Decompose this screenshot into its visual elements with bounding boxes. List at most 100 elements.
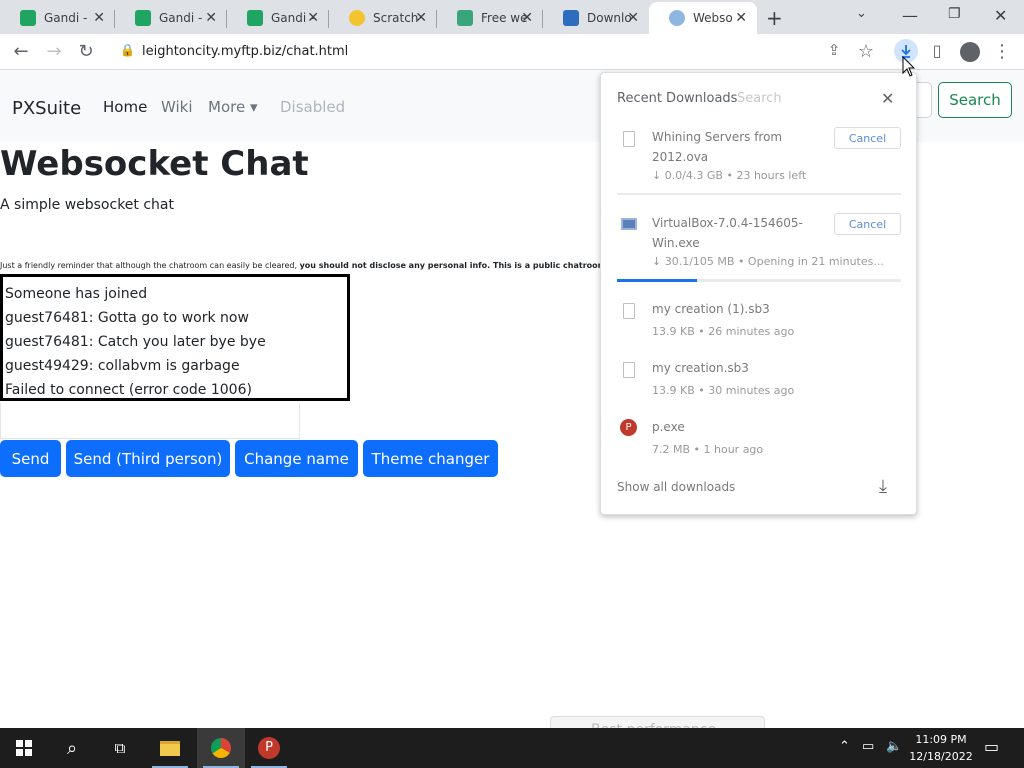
network-icon[interactable]: ▭ <box>862 739 874 754</box>
chrome-logo-icon <box>211 738 231 758</box>
tab-websocket[interactable]: Webso ✕ <box>649 2 757 34</box>
taskbar-clock[interactable]: 11:09 PM 12/18/2022 <box>906 731 976 765</box>
nav-home[interactable]: Home <box>103 98 147 116</box>
nav-wiki[interactable]: Wiki <box>161 98 193 116</box>
file-explorer-icon[interactable] <box>146 728 194 768</box>
download-name: my creation.sb3 <box>652 361 749 375</box>
tab-download[interactable]: Downlo ✕ <box>543 2 649 34</box>
globe-favicon-icon <box>669 10 685 26</box>
downloads-header: Recent Downloads <box>617 91 738 106</box>
file-icon <box>623 131 635 147</box>
file-icon <box>623 362 635 378</box>
profile-avatar-icon[interactable] <box>960 42 980 62</box>
tab-gandi-3[interactable]: Gandi - ✕ <box>227 2 329 34</box>
reload-icon[interactable]: ↻ <box>75 41 97 62</box>
gandi-favicon-icon <box>247 10 263 26</box>
task-view-icon[interactable]: ⧉ <box>96 728 144 768</box>
bookmark-star-icon[interactable]: ☆ <box>855 41 877 62</box>
chrome-icon[interactable] <box>197 728 245 768</box>
browser-toolbar: ← → ↻ 🔒 leightoncity.myftp.biz/chat.html… <box>0 34 1024 70</box>
windows-taskbar: ⌕ ⧉ P ⌃ ▭ 🔈 11:09 PM 12/18/2022 ▭ <box>0 728 1024 768</box>
download-status: ↓ 0.0/4.3 GB • 23 hours left <box>652 169 807 182</box>
search-button[interactable]: Search <box>938 82 1012 118</box>
tab-scratch[interactable]: Scratch ✕ <box>329 2 437 34</box>
windows-start-icon[interactable] <box>0 728 48 768</box>
tab-gandi-1[interactable]: Gandi - ✕ <box>0 2 115 34</box>
forward-icon[interactable]: → <box>43 41 65 62</box>
close-popup-icon[interactable]: ✕ <box>881 89 894 108</box>
show-all-downloads-link[interactable]: Show all downloads <box>617 480 735 494</box>
download-progress-fill <box>617 279 697 282</box>
restore-icon[interactable]: ❐ <box>948 6 961 22</box>
close-tab-icon[interactable]: ✕ <box>205 10 217 26</box>
gandi-favicon-icon <box>20 10 36 26</box>
file-icon <box>623 303 635 319</box>
site-favicon-icon <box>457 10 473 26</box>
share-icon[interactable]: ⇪ <box>823 41 845 59</box>
tab-title: Webso <box>693 11 733 25</box>
site-favicon-icon <box>563 10 579 26</box>
download-name: p.exe <box>652 420 685 434</box>
windows-logo-icon <box>16 740 32 756</box>
back-icon[interactable]: ← <box>10 41 32 62</box>
chat-log: Someone has joined guest76481: Gotta go … <box>0 274 350 401</box>
cancel-button[interactable]: Cancel <box>834 127 901 149</box>
tab-free[interactable]: Free we ✕ <box>437 2 543 34</box>
downloads-popup: Recent Downloads Search ✕ Whining Server… <box>600 72 917 515</box>
p-logo-icon: P <box>258 737 280 759</box>
folder-icon <box>160 740 180 756</box>
page-title: Websocket Chat <box>0 144 309 184</box>
nav-disabled: Disabled <box>280 98 346 116</box>
tab-gandi-2[interactable]: Gandi - ✕ <box>115 2 227 34</box>
minimize-icon[interactable]: — <box>902 6 918 25</box>
send-third-person-button[interactable]: Send (Third person) <box>66 440 230 477</box>
message-input[interactable] <box>0 403 300 439</box>
download-progress-bar <box>617 279 901 282</box>
caret-down-icon: ▾ <box>249 98 258 116</box>
new-tab-icon[interactable]: + <box>766 6 783 30</box>
send-button[interactable]: Send <box>0 440 61 477</box>
notifications-icon[interactable]: ▭ <box>984 737 999 756</box>
scratch-favicon-icon <box>349 10 365 26</box>
p-app-icon: P <box>620 419 637 436</box>
side-panel-icon[interactable]: ▯ <box>926 41 948 60</box>
clock-date: 12/18/2022 <box>909 750 973 763</box>
close-window-icon[interactable]: ✕ <box>994 6 1007 25</box>
nav-more-label: More <box>208 98 246 116</box>
close-tab-icon[interactable]: ✕ <box>415 10 427 26</box>
close-tab-icon[interactable]: ✕ <box>735 10 747 26</box>
url-text[interactable]: leightoncity.myftp.biz/chat.html <box>142 44 348 59</box>
nav-more-dropdown[interactable]: More ▾ <box>208 98 258 116</box>
download-status: 13.9 KB • 26 minutes ago <box>652 325 795 338</box>
volume-muted-icon[interactable]: 🔈 <box>886 739 902 754</box>
chat-message: Someone has joined <box>5 286 148 302</box>
lock-icon[interactable]: 🔒 <box>120 43 135 57</box>
download-name: my creation (1).sb3 <box>652 302 770 316</box>
download-name: VirtualBox-7.0.4-154605-Win.exe <box>652 216 803 250</box>
p-app-taskbar-icon[interactable]: P <box>245 728 293 768</box>
tab-search-icon[interactable]: ⌄ <box>856 6 867 21</box>
brand-logo[interactable]: PXSuite <box>12 98 81 119</box>
tray-chevron-icon[interactable]: ⌃ <box>839 739 850 754</box>
download-status: ↓ 30.1/105 MB • Opening in 21 minutes... <box>652 255 884 268</box>
download-name: Whining Servers from 2012.ova <box>652 130 783 164</box>
clock-time: 11:09 PM <box>915 733 967 746</box>
menu-kebab-icon[interactable]: ⋮ <box>991 41 1013 62</box>
download-tray-icon[interactable]: ⤓ <box>879 476 887 497</box>
close-tab-icon[interactable]: ✕ <box>627 10 639 26</box>
page-subtitle: A simple websocket chat <box>0 197 174 213</box>
chat-message: guest76481: Gotta go to work now <box>5 310 249 326</box>
close-tab-icon[interactable]: ✕ <box>93 10 105 26</box>
change-name-button[interactable]: Change name <box>235 440 358 477</box>
address-bar[interactable]: 🔒 leightoncity.myftp.biz/chat.html <box>108 36 888 68</box>
close-tab-icon[interactable]: ✕ <box>307 10 319 26</box>
cancel-button[interactable]: Cancel <box>834 213 901 235</box>
installer-icon <box>621 218 637 230</box>
divider <box>617 193 901 195</box>
gandi-favicon-icon <box>135 10 151 26</box>
reminder-normal-text: Just a friendly reminder that although t… <box>0 261 300 270</box>
chat-message: guest49429: collabvm is garbage <box>5 358 240 374</box>
theme-changer-button[interactable]: Theme changer <box>363 440 498 477</box>
close-tab-icon[interactable]: ✕ <box>521 10 533 26</box>
search-icon[interactable]: ⌕ <box>48 728 96 768</box>
